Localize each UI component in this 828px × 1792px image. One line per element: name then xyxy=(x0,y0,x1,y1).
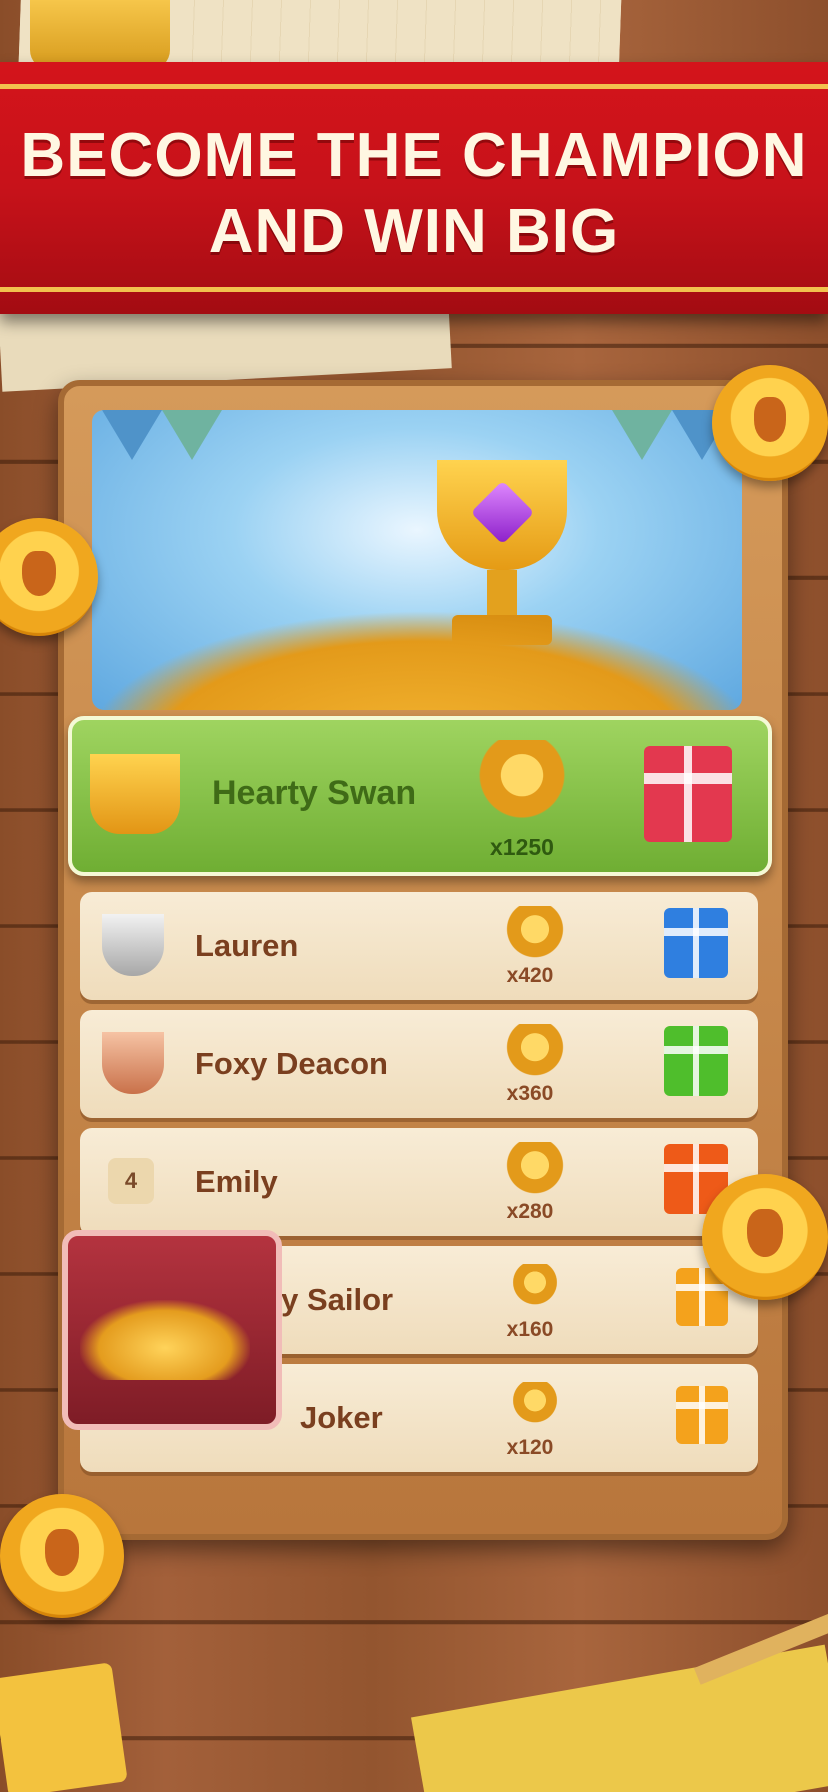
green-gift-icon xyxy=(664,1026,728,1096)
player-name: Hearty Swan xyxy=(212,774,417,812)
bunting-flag xyxy=(612,410,672,460)
player-name: Emily xyxy=(195,1164,278,1199)
reward-amount: x420 xyxy=(506,964,554,987)
player-name: Foxy Deacon xyxy=(195,1046,388,1081)
leaderboard-row-2: Lauren x420 xyxy=(80,892,758,1000)
bunting-flag xyxy=(162,410,222,460)
blue-gift-icon xyxy=(664,908,728,978)
acorn-coins-icon xyxy=(477,740,567,828)
reward-amount: x120 xyxy=(506,1436,554,1459)
leaderboard-row-1: Hearty Swan x1250 xyxy=(68,716,772,876)
leaderboard-row-3: Foxy Deacon x360 xyxy=(80,1010,758,1118)
banner-title-line2: AND WIN BIG xyxy=(208,197,620,266)
trophy-hero-image xyxy=(92,410,742,710)
crown-icon xyxy=(30,0,170,70)
silver-trophy-icon xyxy=(102,914,164,976)
acorn-coins-icon xyxy=(505,906,565,964)
acorn-coin-icon xyxy=(512,1382,558,1428)
reward-amount: x360 xyxy=(506,1082,554,1105)
reward-amount: x1250 xyxy=(490,834,554,860)
acorn-coin-icon xyxy=(702,1174,828,1300)
rank-number: 4 xyxy=(108,1158,154,1204)
leaderboard-row-4: 4 Emily x280 xyxy=(80,1128,758,1236)
acorn-coins-icon xyxy=(505,1024,565,1082)
player-name: Lauren xyxy=(195,928,299,963)
bunting-flag xyxy=(102,410,162,460)
acorn-coin-icon xyxy=(712,365,828,481)
yellow-gift-icon xyxy=(676,1386,728,1444)
paper-decoration xyxy=(411,1644,828,1792)
acorn-coins-icon xyxy=(505,1142,565,1200)
player-name: Joker xyxy=(300,1400,383,1435)
coin-pile-icon xyxy=(80,1300,250,1380)
acorn-coin-icon xyxy=(512,1264,558,1310)
puzzle-piece-icon xyxy=(0,1662,128,1792)
reward-amount: x280 xyxy=(506,1200,554,1223)
reward-amount: x160 xyxy=(506,1318,554,1341)
acorn-coin-icon xyxy=(0,1494,124,1618)
gold-trophy-icon xyxy=(90,754,180,834)
coin-pile-icon xyxy=(92,610,742,710)
red-gift-icon xyxy=(644,746,732,842)
bronze-trophy-icon xyxy=(102,1032,164,1094)
banner-title-line1: BECOME THE CHAMPION xyxy=(20,121,808,190)
